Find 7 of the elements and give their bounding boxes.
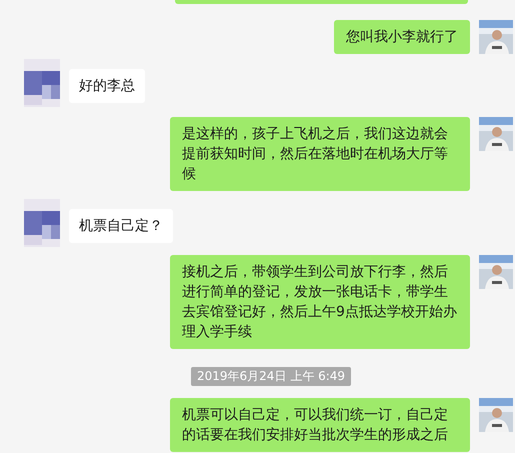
message-bubble: 好的李总 bbox=[69, 69, 145, 103]
message-bubble: 机票可以自己定，可以我们统一订，自己定的话要在我们安排好当批次学生的形成之后 bbox=[170, 398, 470, 452]
message-bubble: 是这样的，孩子上飞机之后，我们这边就会提前获知时间，然后在落地时在机场大厅等候 bbox=[170, 117, 470, 191]
message-bubble: 机票自己定？ bbox=[69, 209, 173, 243]
message-bubble: 您叫我小李就行了 bbox=[334, 20, 470, 54]
message-bubble: 接机之后，带领学生到公司放下行李，然后进行简单的登记，发放一张电话卡，带学生去宾馆登记好，然后上午9点抵达学校开始办理入学手续 bbox=[170, 255, 470, 349]
timestamp: 2019年6月24日 上午 6:49 bbox=[191, 367, 352, 386]
